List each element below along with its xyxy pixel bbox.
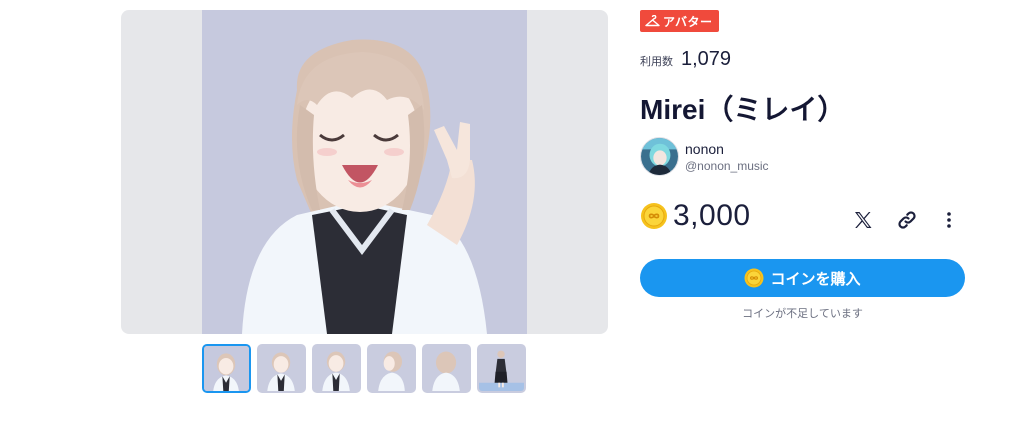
share-x-button[interactable] — [848, 206, 878, 234]
price: 3,000 — [640, 199, 751, 233]
buy-coins-button[interactable]: コインを購入 — [640, 259, 965, 297]
usage-value: 1,079 — [681, 48, 732, 70]
hanger-icon — [645, 14, 660, 28]
badge-label: アバター — [663, 14, 713, 29]
author-info[interactable]: nonon @nonon_music — [640, 137, 769, 176]
copy-link-button[interactable] — [892, 206, 922, 234]
action-buttons — [848, 206, 964, 234]
price-value: 3,000 — [673, 199, 751, 232]
link-icon — [896, 209, 918, 231]
thumbnail-1[interactable] — [202, 344, 251, 393]
more-vertical-icon — [946, 211, 952, 229]
thumbnail-2[interactable] — [257, 344, 306, 393]
product-title: Mirei（ミレイ） — [640, 94, 846, 125]
author-avatar[interactable] — [640, 137, 679, 176]
thumbnail-5[interactable] — [422, 344, 471, 393]
thumbnail-strip — [202, 344, 526, 393]
coin-icon — [640, 202, 668, 230]
buy-button-label: コインを購入 — [770, 270, 861, 288]
more-options-button[interactable] — [934, 206, 964, 234]
usage-count: 利用数 1,079 — [640, 48, 731, 71]
x-logo-icon — [853, 210, 873, 230]
main-preview — [121, 10, 608, 334]
coin-icon — [744, 268, 764, 288]
avatar-preview-image — [202, 10, 527, 334]
usage-label: 利用数 — [640, 56, 673, 68]
author-name[interactable]: nonon — [685, 141, 769, 157]
insufficient-coins-note: コインが不足しています — [742, 308, 863, 320]
thumbnail-4[interactable] — [367, 344, 416, 393]
author-handle: @nonon_music — [685, 158, 769, 173]
thumbnail-3[interactable] — [312, 344, 361, 393]
category-badge: アバター — [640, 10, 719, 32]
thumbnail-6[interactable] — [477, 344, 526, 393]
